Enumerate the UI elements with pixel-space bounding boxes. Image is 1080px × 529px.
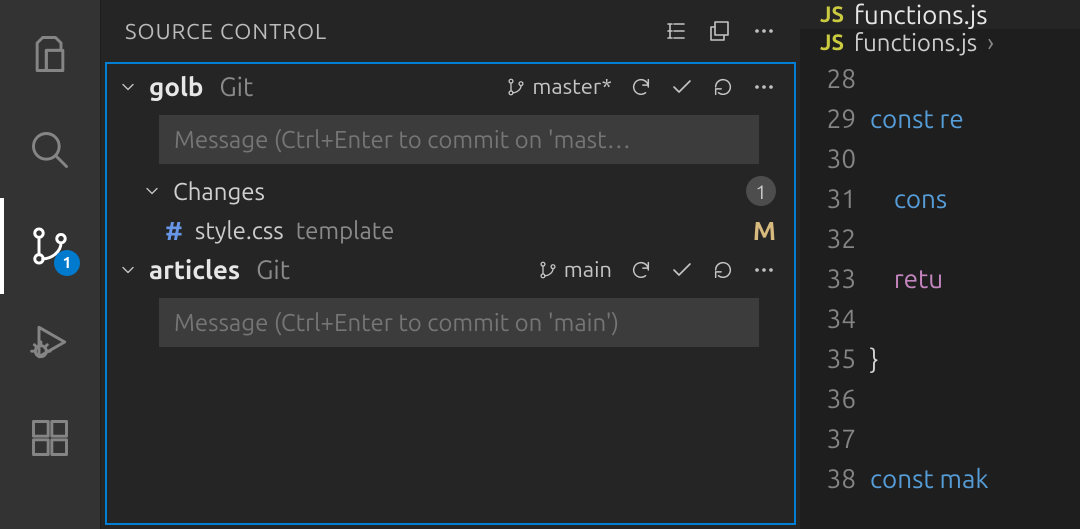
panel-title: SOURCE CONTROL	[125, 19, 664, 44]
more-actions-icon[interactable]	[752, 258, 776, 282]
sync-icon[interactable]	[630, 259, 652, 281]
repo-actions: master*	[506, 74, 776, 99]
repo-type: Git	[219, 72, 496, 101]
refresh-icon[interactable]	[712, 76, 734, 98]
view-as-tree-icon[interactable]	[664, 19, 688, 43]
line-gutter: 2829303132333435363738	[800, 57, 870, 529]
branch-button[interactable]: main	[538, 257, 612, 282]
collapse-repos-icon[interactable]	[708, 19, 732, 43]
repo-header-golb[interactable]: golb Git master*	[107, 68, 794, 107]
source-control-icon[interactable]: 1	[0, 198, 100, 294]
breadcrumb-file: functions.js	[854, 29, 977, 56]
branch-label: main	[564, 257, 612, 282]
js-file-icon: JS	[820, 2, 844, 27]
changes-count-badge: 1	[746, 176, 776, 206]
refresh-icon[interactable]	[712, 259, 734, 281]
panel-header-actions	[664, 19, 776, 43]
code-editor[interactable]: 2829303132333435363738 const re cons ret…	[800, 57, 1080, 529]
branch-label: master*	[532, 74, 612, 99]
file-name: style.css	[195, 217, 284, 244]
commit-check-icon[interactable]	[670, 258, 694, 282]
search-icon[interactable]	[0, 102, 100, 198]
file-folder: template	[296, 217, 741, 244]
run-debug-icon[interactable]	[0, 294, 100, 390]
explorer-icon[interactable]	[0, 6, 100, 102]
commit-message-input[interactable]	[159, 115, 759, 164]
commit-message-input[interactable]	[159, 298, 759, 347]
more-actions-icon[interactable]	[752, 19, 776, 43]
source-control-panel: SOURCE CONTROL golb Git master*	[100, 0, 800, 529]
file-status-m: M	[753, 216, 776, 245]
code-lines: const re cons retu } const mak cons if (…	[870, 57, 988, 529]
editor-area: JS functions.js JS functions.js › 282930…	[800, 0, 1080, 529]
chevron-down-icon	[117, 260, 139, 280]
extensions-icon[interactable]	[0, 390, 100, 486]
sync-icon[interactable]	[630, 76, 652, 98]
tab-functions-js[interactable]: JS functions.js	[820, 0, 988, 29]
chevron-down-icon	[141, 181, 163, 201]
changes-label: Changes	[173, 178, 736, 205]
branch-button[interactable]: master*	[506, 74, 612, 99]
activity-bar: 1	[0, 0, 100, 529]
chevron-right-icon: ›	[987, 29, 994, 56]
tab-label: functions.js	[854, 0, 988, 29]
css-file-icon: #	[165, 216, 183, 245]
scm-badge: 1	[54, 250, 80, 276]
changed-file-row[interactable]: # style.css template M	[107, 210, 794, 251]
commit-check-icon[interactable]	[670, 75, 694, 99]
tab-bar: JS functions.js	[800, 0, 1080, 29]
changes-section[interactable]: Changes 1	[107, 172, 794, 210]
panel-header: SOURCE CONTROL	[101, 0, 800, 62]
chevron-down-icon	[117, 77, 139, 97]
breadcrumb[interactable]: JS functions.js ›	[800, 29, 1080, 57]
repo-type: Git	[256, 255, 528, 284]
repo-name: golb	[149, 72, 203, 101]
more-actions-icon[interactable]	[752, 75, 776, 99]
panel-body: golb Git master* Changes 1 # style.css t…	[105, 62, 796, 525]
repo-actions: main	[538, 257, 776, 282]
repo-name: articles	[149, 255, 240, 284]
repo-header-articles[interactable]: articles Git main	[107, 251, 794, 290]
js-file-icon: JS	[820, 30, 844, 55]
